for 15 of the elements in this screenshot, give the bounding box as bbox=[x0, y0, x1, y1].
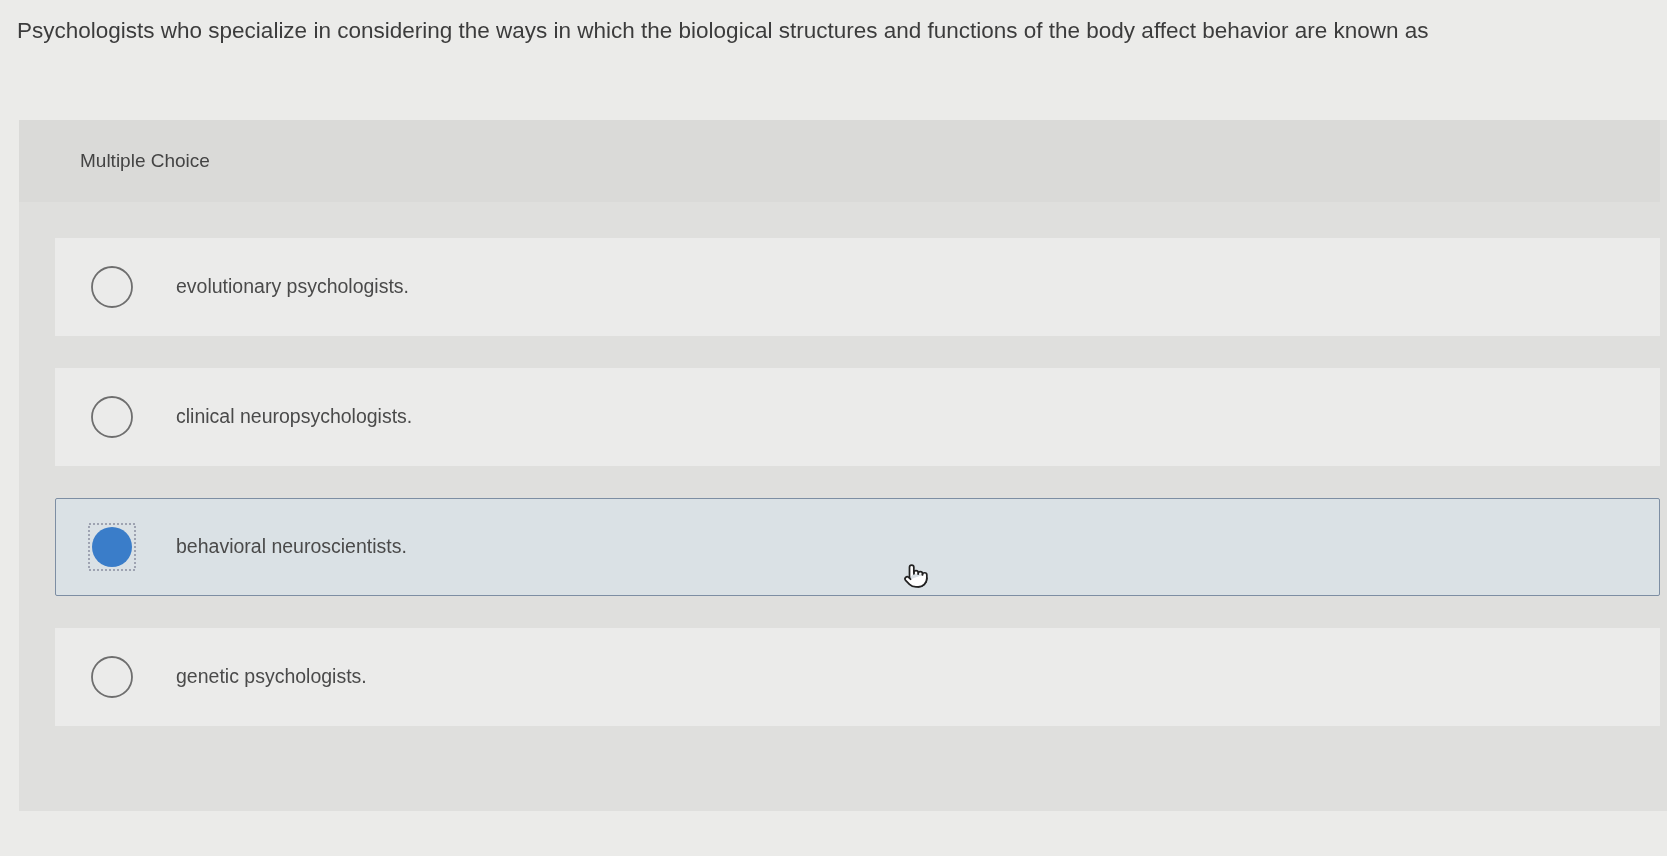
answer-option[interactable]: genetic psychologists. bbox=[55, 628, 1660, 726]
answer-option[interactable]: clinical neuropsychologists. bbox=[55, 368, 1660, 466]
option-text: evolutionary psychologists. bbox=[176, 274, 410, 300]
answer-option[interactable]: evolutionary psychologists. bbox=[55, 238, 1660, 336]
radio-button-icon[interactable] bbox=[91, 266, 133, 308]
question-type-label: Multiple Choice bbox=[80, 148, 210, 173]
option-text: clinical neuropsychologists. bbox=[176, 404, 413, 430]
radio-button-icon[interactable] bbox=[91, 396, 133, 438]
hand-pointer-icon bbox=[903, 563, 929, 589]
radio-button-icon[interactable] bbox=[91, 656, 133, 698]
option-text: behavioral neuroscientists. bbox=[176, 534, 407, 560]
question-text: Psychologists who specialize in considering the ways in which the biological structures and functions of the body affect behavior are known as bbox=[16, 17, 1429, 45]
answer-option[interactable]: behavioral neuroscientists. bbox=[55, 498, 1660, 596]
option-text: genetic psychologists. bbox=[176, 664, 367, 690]
radio-button-icon[interactable] bbox=[88, 523, 136, 571]
